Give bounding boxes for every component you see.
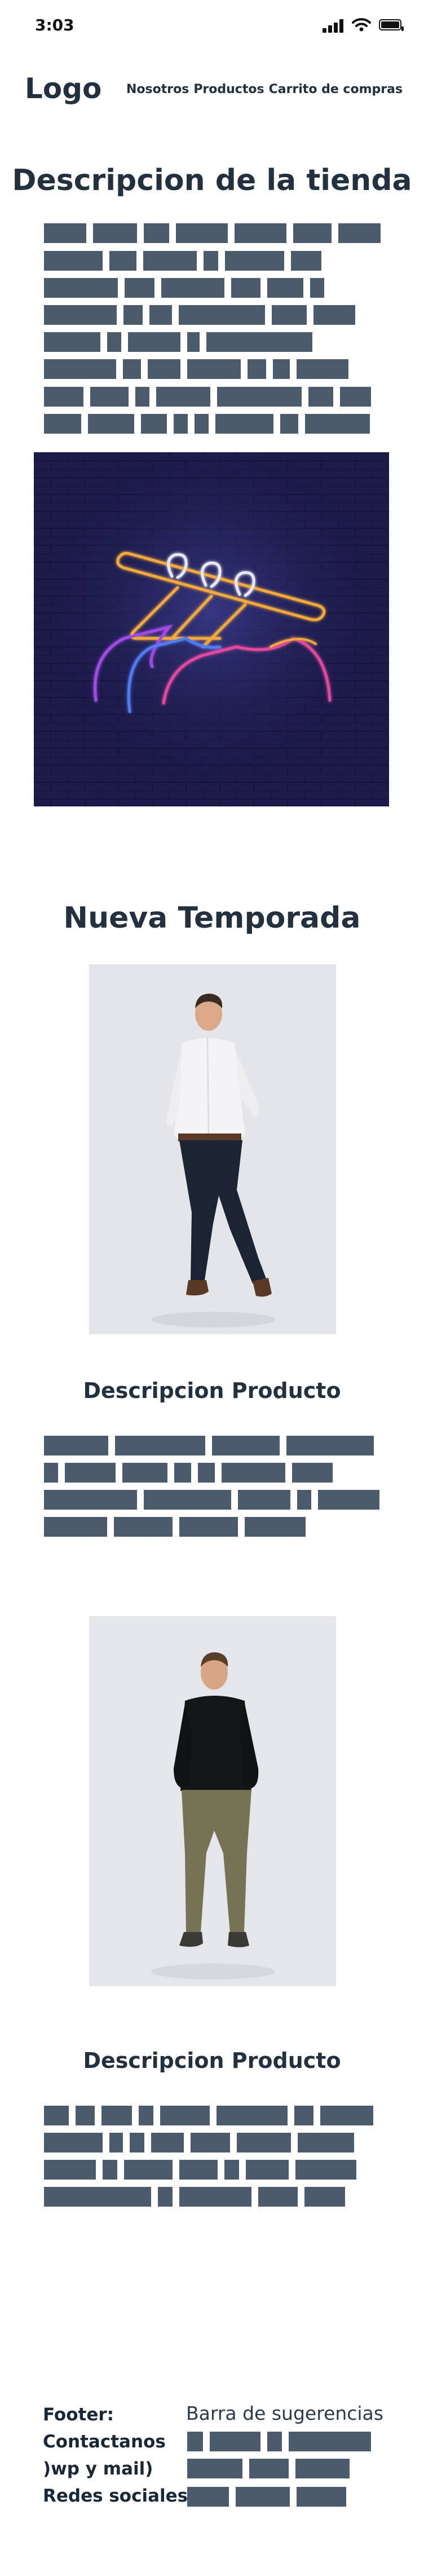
- wifi-icon: [352, 18, 371, 32]
- footer-contact-link[interactable]: Contactanos: [43, 2428, 188, 2455]
- nav-item-carrito[interactable]: Carrito de compras: [269, 82, 403, 96]
- season-title: Nueva Temporada: [63, 901, 361, 935]
- suggestions-title: Barra de sugerencias: [186, 2402, 384, 2424]
- nav-item-productos[interactable]: Productos: [193, 82, 264, 96]
- battery-icon: [379, 19, 404, 31]
- product-1-title: Descripcion Producto: [83, 1378, 341, 1403]
- logo[interactable]: Logo: [25, 72, 101, 105]
- status-time: 3:03: [35, 16, 74, 34]
- footer-info: Footer: Contactanos )wp y mail) Redes so…: [43, 2401, 188, 2509]
- nav-item-nosotros[interactable]: Nosotros: [126, 82, 189, 96]
- product-1-image[interactable]: [89, 964, 336, 1334]
- footer-contact-detail: )wp y mail): [43, 2459, 153, 2479]
- product-2-image[interactable]: [89, 1616, 336, 1986]
- footer-social-link[interactable]: Redes sociales: [43, 2482, 188, 2509]
- store-title: Descripcion de la tienda: [12, 164, 412, 197]
- footer-label: Footer:: [43, 2405, 114, 2425]
- main-nav: Nosotros Productos Carrito de compras: [126, 82, 407, 96]
- status-icons: [323, 17, 404, 33]
- neon-hangers-image: [34, 452, 389, 806]
- product-2-title: Descripcion Producto: [83, 2048, 341, 2073]
